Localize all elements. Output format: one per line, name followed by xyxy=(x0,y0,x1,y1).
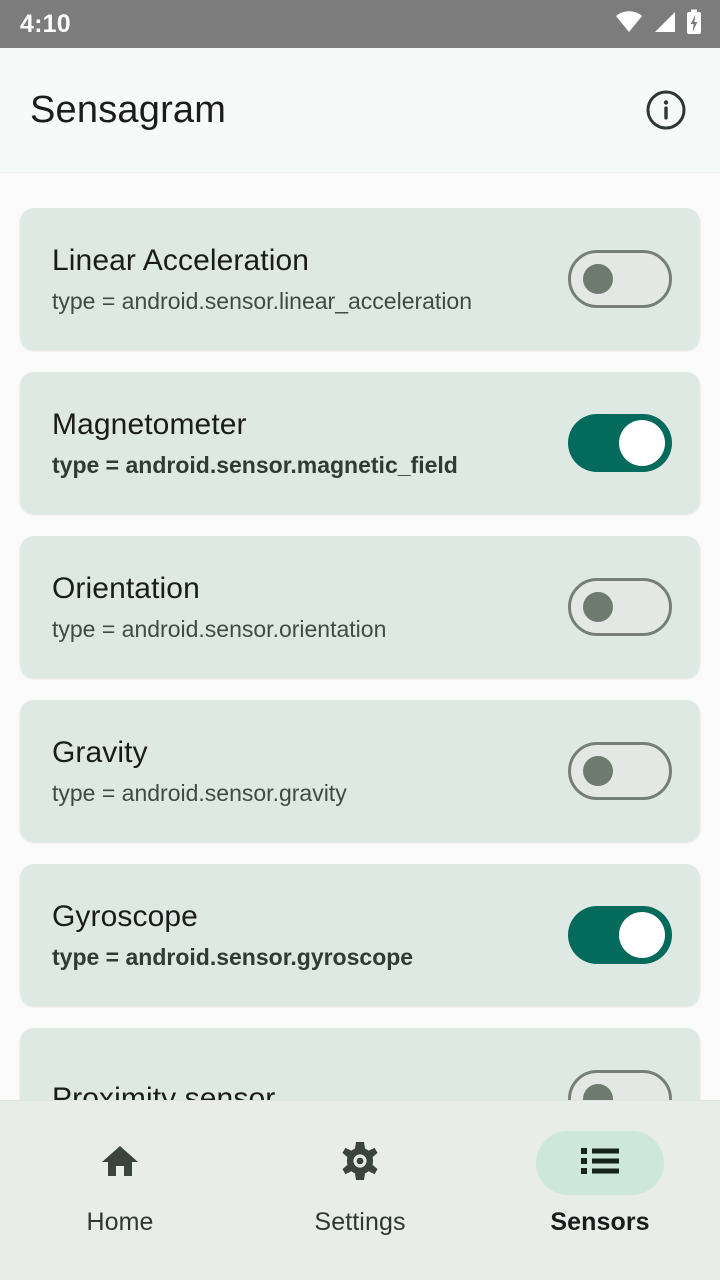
nav-label-sensors: Sensors xyxy=(550,1208,650,1236)
sensor-list[interactable]: Linear Acceleration type = android.senso… xyxy=(0,174,720,1100)
sensor-type: type = android.sensor.gravity xyxy=(52,779,347,806)
list-icon xyxy=(580,1145,620,1182)
toggle-thumb xyxy=(583,756,613,786)
status-bar-icons xyxy=(615,9,702,40)
app-bar: Sensagram xyxy=(0,48,720,173)
nav-item-home[interactable]: Home xyxy=(0,1131,240,1237)
sensor-card-text: Linear Acceleration type = android.senso… xyxy=(52,243,568,315)
toggle-thumb xyxy=(619,420,665,466)
sensor-type: type = android.sensor.magnetic_field xyxy=(52,451,458,478)
sensor-card[interactable]: Proximity sensor xyxy=(20,1028,700,1100)
sensor-card-text: Magnetometer type = android.sensor.magne… xyxy=(52,407,568,479)
sensor-card[interactable]: Orientation type = android.sensor.orient… xyxy=(20,536,700,678)
nav-label-settings: Settings xyxy=(314,1208,406,1236)
status-bar-clock: 4:10 xyxy=(20,9,71,38)
app-screen: 4:10 Sensagram Linear Acceleration type … xyxy=(0,0,720,1280)
status-bar: 4:10 xyxy=(0,0,720,48)
sensor-card[interactable]: Magnetometer type = android.sensor.magne… xyxy=(20,372,700,514)
info-icon[interactable] xyxy=(640,84,692,136)
sensor-card-text: Gravity type = android.sensor.gravity xyxy=(52,735,568,807)
sensor-card-text: Orientation type = android.sensor.orient… xyxy=(52,571,568,643)
sensor-card[interactable]: Gyroscope type = android.sensor.gyroscop… xyxy=(20,864,700,1006)
sensor-card[interactable]: Gravity type = android.sensor.gravity xyxy=(20,700,700,842)
battery-charging-icon xyxy=(686,9,702,40)
home-icon xyxy=(99,1140,141,1187)
sensor-name: Gravity xyxy=(52,735,148,769)
sensor-type: type = android.sensor.linear_acceleratio… xyxy=(52,287,473,314)
sensor-card-text: Proximity sensor xyxy=(52,1081,568,1100)
sensor-type: type = android.sensor.orientation xyxy=(52,615,387,642)
toggle-thumb xyxy=(583,264,613,294)
nav-label-home: Home xyxy=(86,1208,154,1236)
nav-item-settings[interactable]: Settings xyxy=(240,1131,480,1237)
bottom-navigation: Home Settings Sensors xyxy=(0,1100,720,1280)
sensor-name: Orientation xyxy=(52,571,200,605)
sensor-name: Magnetometer xyxy=(52,407,247,441)
sensor-name: Proximity sensor xyxy=(52,1081,276,1100)
nav-pill-sensors xyxy=(536,1131,664,1195)
sensor-toggle[interactable] xyxy=(568,1070,672,1100)
nav-item-sensors[interactable]: Sensors xyxy=(480,1131,720,1237)
page-title: Sensagram xyxy=(30,88,227,131)
nav-pill-settings xyxy=(296,1131,424,1195)
sensor-toggle[interactable] xyxy=(568,906,672,964)
sensor-toggle[interactable] xyxy=(568,742,672,800)
nav-pill-home xyxy=(56,1131,184,1195)
sensor-name: Gyroscope xyxy=(52,899,198,933)
toggle-thumb xyxy=(619,912,665,958)
sensor-toggle[interactable] xyxy=(568,250,672,308)
gear-icon xyxy=(338,1139,382,1188)
sensor-card[interactable]: Linear Acceleration type = android.senso… xyxy=(20,208,700,350)
sensor-toggle[interactable] xyxy=(568,578,672,636)
cellular-signal-icon xyxy=(652,11,677,38)
sensor-toggle[interactable] xyxy=(568,414,672,472)
sensor-card-text: Gyroscope type = android.sensor.gyroscop… xyxy=(52,899,568,971)
toggle-thumb xyxy=(583,592,613,622)
sensor-type: type = android.sensor.gyroscope xyxy=(52,943,414,970)
sensor-name: Linear Acceleration xyxy=(52,243,310,277)
wifi-icon xyxy=(615,10,643,38)
